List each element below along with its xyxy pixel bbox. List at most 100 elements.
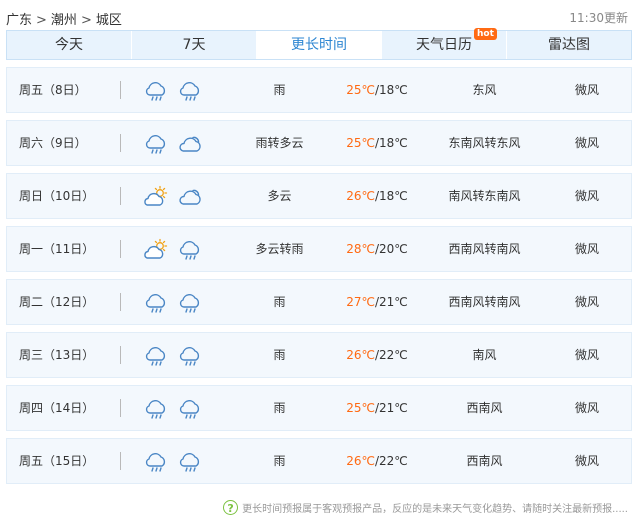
wind-level: 微风 [574, 136, 599, 150]
forecast-row[interactable]: 周五（15日） 雨 26℃/22℃ 西南风 微风 [6, 438, 632, 484]
row-divider [120, 293, 121, 311]
forecast-list: 周五（8日）雨 25℃/18℃ 东风 微风 周六（9日） 雨转多云 25℃/18℃ 东南风转东… [6, 67, 632, 491]
partly-cloudy-icon [143, 184, 169, 210]
rain-icon [177, 78, 203, 104]
weather-icons [143, 78, 203, 104]
breadcrumb-district[interactable]: 城区 [96, 13, 122, 28]
temperature: 25℃/18℃ [346, 83, 408, 97]
weather-icons [143, 396, 203, 422]
temp-low: 18℃ [379, 136, 408, 150]
tab-label: 今天 [55, 37, 83, 53]
cloudy-icon [177, 184, 203, 210]
temp-high: 25℃ [346, 401, 375, 415]
row-divider [120, 240, 121, 258]
temp-high: 26℃ [346, 454, 375, 468]
tab-4[interactable]: 雷达图 [507, 31, 631, 59]
wind-level: 微风 [574, 348, 599, 362]
breadcrumb-city[interactable]: 潮州 [51, 13, 77, 28]
forecast-day: 周三（13日） [19, 348, 95, 362]
partly-cloudy-icon [143, 237, 169, 263]
weather-desc: 雨 [273, 454, 286, 468]
hot-badge: hot [474, 28, 497, 40]
forecast-tabs: 今天 7天 更长时间 天气日历 hot 雷达图 [6, 28, 632, 60]
forecast-row[interactable]: 周六（9日） 雨转多云 25℃/18℃ 东南风转东风 微风 [6, 120, 632, 166]
rain-icon [143, 449, 169, 475]
footer-text: 更长时间预报属于客观预报产品，反应的是未来天气变化趋势、请随时关注最新预报...… [242, 504, 628, 515]
footer-note: ? 更长时间预报属于客观预报产品，反应的是未来天气变化趋势、请随时关注最新预报.… [223, 500, 628, 515]
weather-desc: 雨转多云 [255, 136, 304, 150]
weather-desc: 雨 [273, 295, 286, 309]
temp-high: 26℃ [346, 189, 375, 203]
wind-level: 微风 [574, 454, 599, 468]
weather-icons [143, 184, 203, 210]
wind-level: 微风 [574, 295, 599, 309]
wind-level: 微风 [574, 242, 599, 256]
weather-icons [143, 237, 203, 263]
temperature: 27℃/21℃ [346, 295, 408, 309]
forecast-row[interactable]: 周四（14日） 雨 25℃/21℃ 西南风 微风 [6, 385, 632, 431]
temperature: 28℃/20℃ [346, 242, 408, 256]
forecast-day: 周五（15日） [19, 454, 95, 468]
temp-low: 22℃ [379, 454, 408, 468]
breadcrumb-province[interactable]: 广东 [6, 13, 32, 28]
wind-level: 微风 [574, 83, 599, 97]
temp-low: 21℃ [379, 295, 408, 309]
temp-high: 25℃ [346, 83, 375, 97]
forecast-day: 周四（14日） [19, 401, 95, 415]
temp-high: 27℃ [346, 295, 375, 309]
forecast-row[interactable]: 周日（10日） 多云 26℃/18℃ 南风转东南风 微风 [6, 173, 632, 219]
weather-icons [143, 449, 203, 475]
wind-direction: 西南风 [466, 454, 503, 468]
temperature: 26℃/22℃ [346, 348, 408, 362]
rain-icon [143, 290, 169, 316]
tab-label: 天气日历 [416, 37, 472, 53]
row-divider [120, 399, 121, 417]
tab-2[interactable]: 更长时间 [257, 31, 382, 59]
tab-1[interactable]: 7天 [132, 31, 257, 59]
wind-direction: 南风转东南风 [448, 189, 521, 203]
update-time: 11:30更新 [569, 11, 628, 25]
weather-desc: 多云转雨 [255, 242, 304, 256]
wind-direction: 东南风转东风 [448, 136, 521, 150]
temperature: 26℃/18℃ [346, 189, 408, 203]
row-divider [120, 187, 121, 205]
tab-label: 更长时间 [291, 37, 347, 53]
weather-desc: 多云 [267, 189, 292, 203]
forecast-row[interactable]: 周三（13日） 雨 26℃/22℃ 南风 微风 [6, 332, 632, 378]
rain-icon [143, 343, 169, 369]
rain-icon [143, 78, 169, 104]
weather-desc: 雨 [273, 401, 286, 415]
wind-direction: 西南风转南风 [448, 295, 521, 309]
rain-icon [177, 396, 203, 422]
temp-low: 18℃ [379, 189, 408, 203]
tab-3[interactable]: 天气日历 hot [382, 28, 507, 59]
weather-desc: 雨 [273, 83, 286, 97]
row-divider [120, 81, 121, 99]
temp-low: 20℃ [379, 242, 408, 256]
rain-icon [177, 343, 203, 369]
weather-icons [143, 343, 203, 369]
wind-level: 微风 [574, 189, 599, 203]
wind-direction: 西南风转南风 [448, 242, 521, 256]
wind-direction: 南风 [472, 348, 497, 362]
temp-high: 28℃ [346, 242, 375, 256]
forecast-row[interactable]: 周二（12日） 雨 27℃/21℃ 西南风转南风 微风 [6, 279, 632, 325]
rain-icon [177, 237, 203, 263]
temp-high: 26℃ [346, 348, 375, 362]
rain-icon [143, 396, 169, 422]
question-icon: ? [223, 500, 239, 515]
row-divider [120, 134, 121, 152]
rain-icon [177, 290, 203, 316]
cloudy-icon [177, 131, 203, 157]
forecast-row[interactable]: 周一（11日） 多云转雨 28℃/20℃ 西南风转南风 微风 [6, 226, 632, 272]
forecast-day: 周日（10日） [19, 189, 95, 203]
temperature: 25℃/21℃ [346, 401, 408, 415]
temp-low: 22℃ [379, 348, 408, 362]
forecast-row[interactable]: 周五（8日） 雨 25℃/18℃ 东风 微风 [6, 67, 632, 113]
tab-label: 7天 [182, 37, 206, 53]
forecast-day: 周一（11日） [19, 242, 95, 256]
wind-level: 微风 [574, 401, 599, 415]
breadcrumb-separator: > [80, 13, 92, 28]
breadcrumb-separator: > [36, 13, 47, 28]
tab-0[interactable]: 今天 [7, 31, 132, 59]
